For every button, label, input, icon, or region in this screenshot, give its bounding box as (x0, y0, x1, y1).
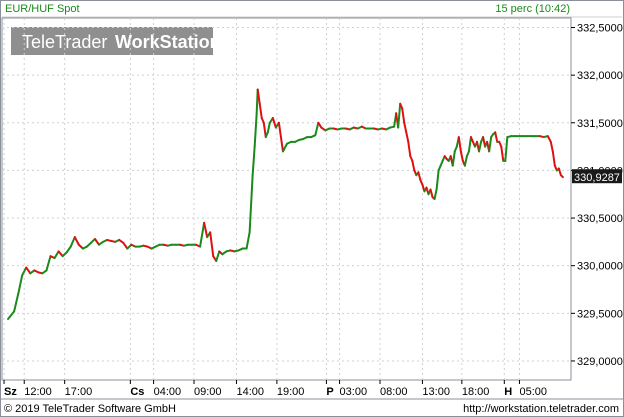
y-tick-label: 329,5000 (577, 308, 623, 320)
x-tick-label: 05:00 (519, 386, 547, 398)
y-axis-ticks: 332,5000332,0000331,5000331,0000330,5000… (571, 23, 623, 368)
y-tick-label: 331,5000 (577, 118, 623, 130)
x-tick-label: 14:00 (236, 386, 264, 398)
x-tick-label: P (326, 386, 333, 398)
teletrader-logo: TeleTrader WorkStation (11, 27, 221, 55)
x-tick-label: Sz (4, 386, 17, 398)
x-tick-label: 03:00 (340, 386, 368, 398)
x-tick-label: 09:00 (194, 386, 222, 398)
x-tick-label: 17:00 (65, 386, 93, 398)
last-value-label: 330,9287 (574, 172, 620, 184)
y-tick-label: 330,0000 (577, 261, 623, 273)
last-value-marker: 330,9287 (572, 169, 622, 184)
x-axis-ticks: Sz 12:00 17:00 Cs 04:00 09:00 14:00 19:00 P 03:00… (3, 380, 547, 398)
x-tick-label: H (504, 386, 512, 398)
x-tick-label: 12:00 (24, 386, 52, 398)
chart-canvas: EUR/HUF Spot 15 perc (10:42) TeleTrader … (0, 3, 624, 415)
plot-area (1, 17, 572, 381)
x-tick-label: 13:00 (422, 386, 450, 398)
y-tick-label: 330,5000 (577, 213, 623, 225)
y-tick-label: 332,0000 (577, 70, 623, 82)
x-tick-label: 19:00 (277, 386, 305, 398)
x-tick-label: 18:00 (462, 386, 490, 398)
website-link[interactable]: http://workstation.teletrader.com (463, 403, 619, 415)
y-tick-label: 332,5000 (577, 23, 623, 35)
period-label: 15 perc (10:42) (495, 3, 570, 15)
instrument-title: EUR/HUF Spot (5, 3, 80, 15)
x-tick-label: 04:00 (154, 386, 182, 398)
y-tick-label: 329,0000 (577, 356, 623, 368)
series-segment (559, 174, 564, 179)
x-tick-label: 08:00 (380, 386, 408, 398)
x-tick-label: Cs (130, 386, 144, 398)
copyright-text: © 2019 TeleTrader Software GmbH (4, 403, 176, 415)
